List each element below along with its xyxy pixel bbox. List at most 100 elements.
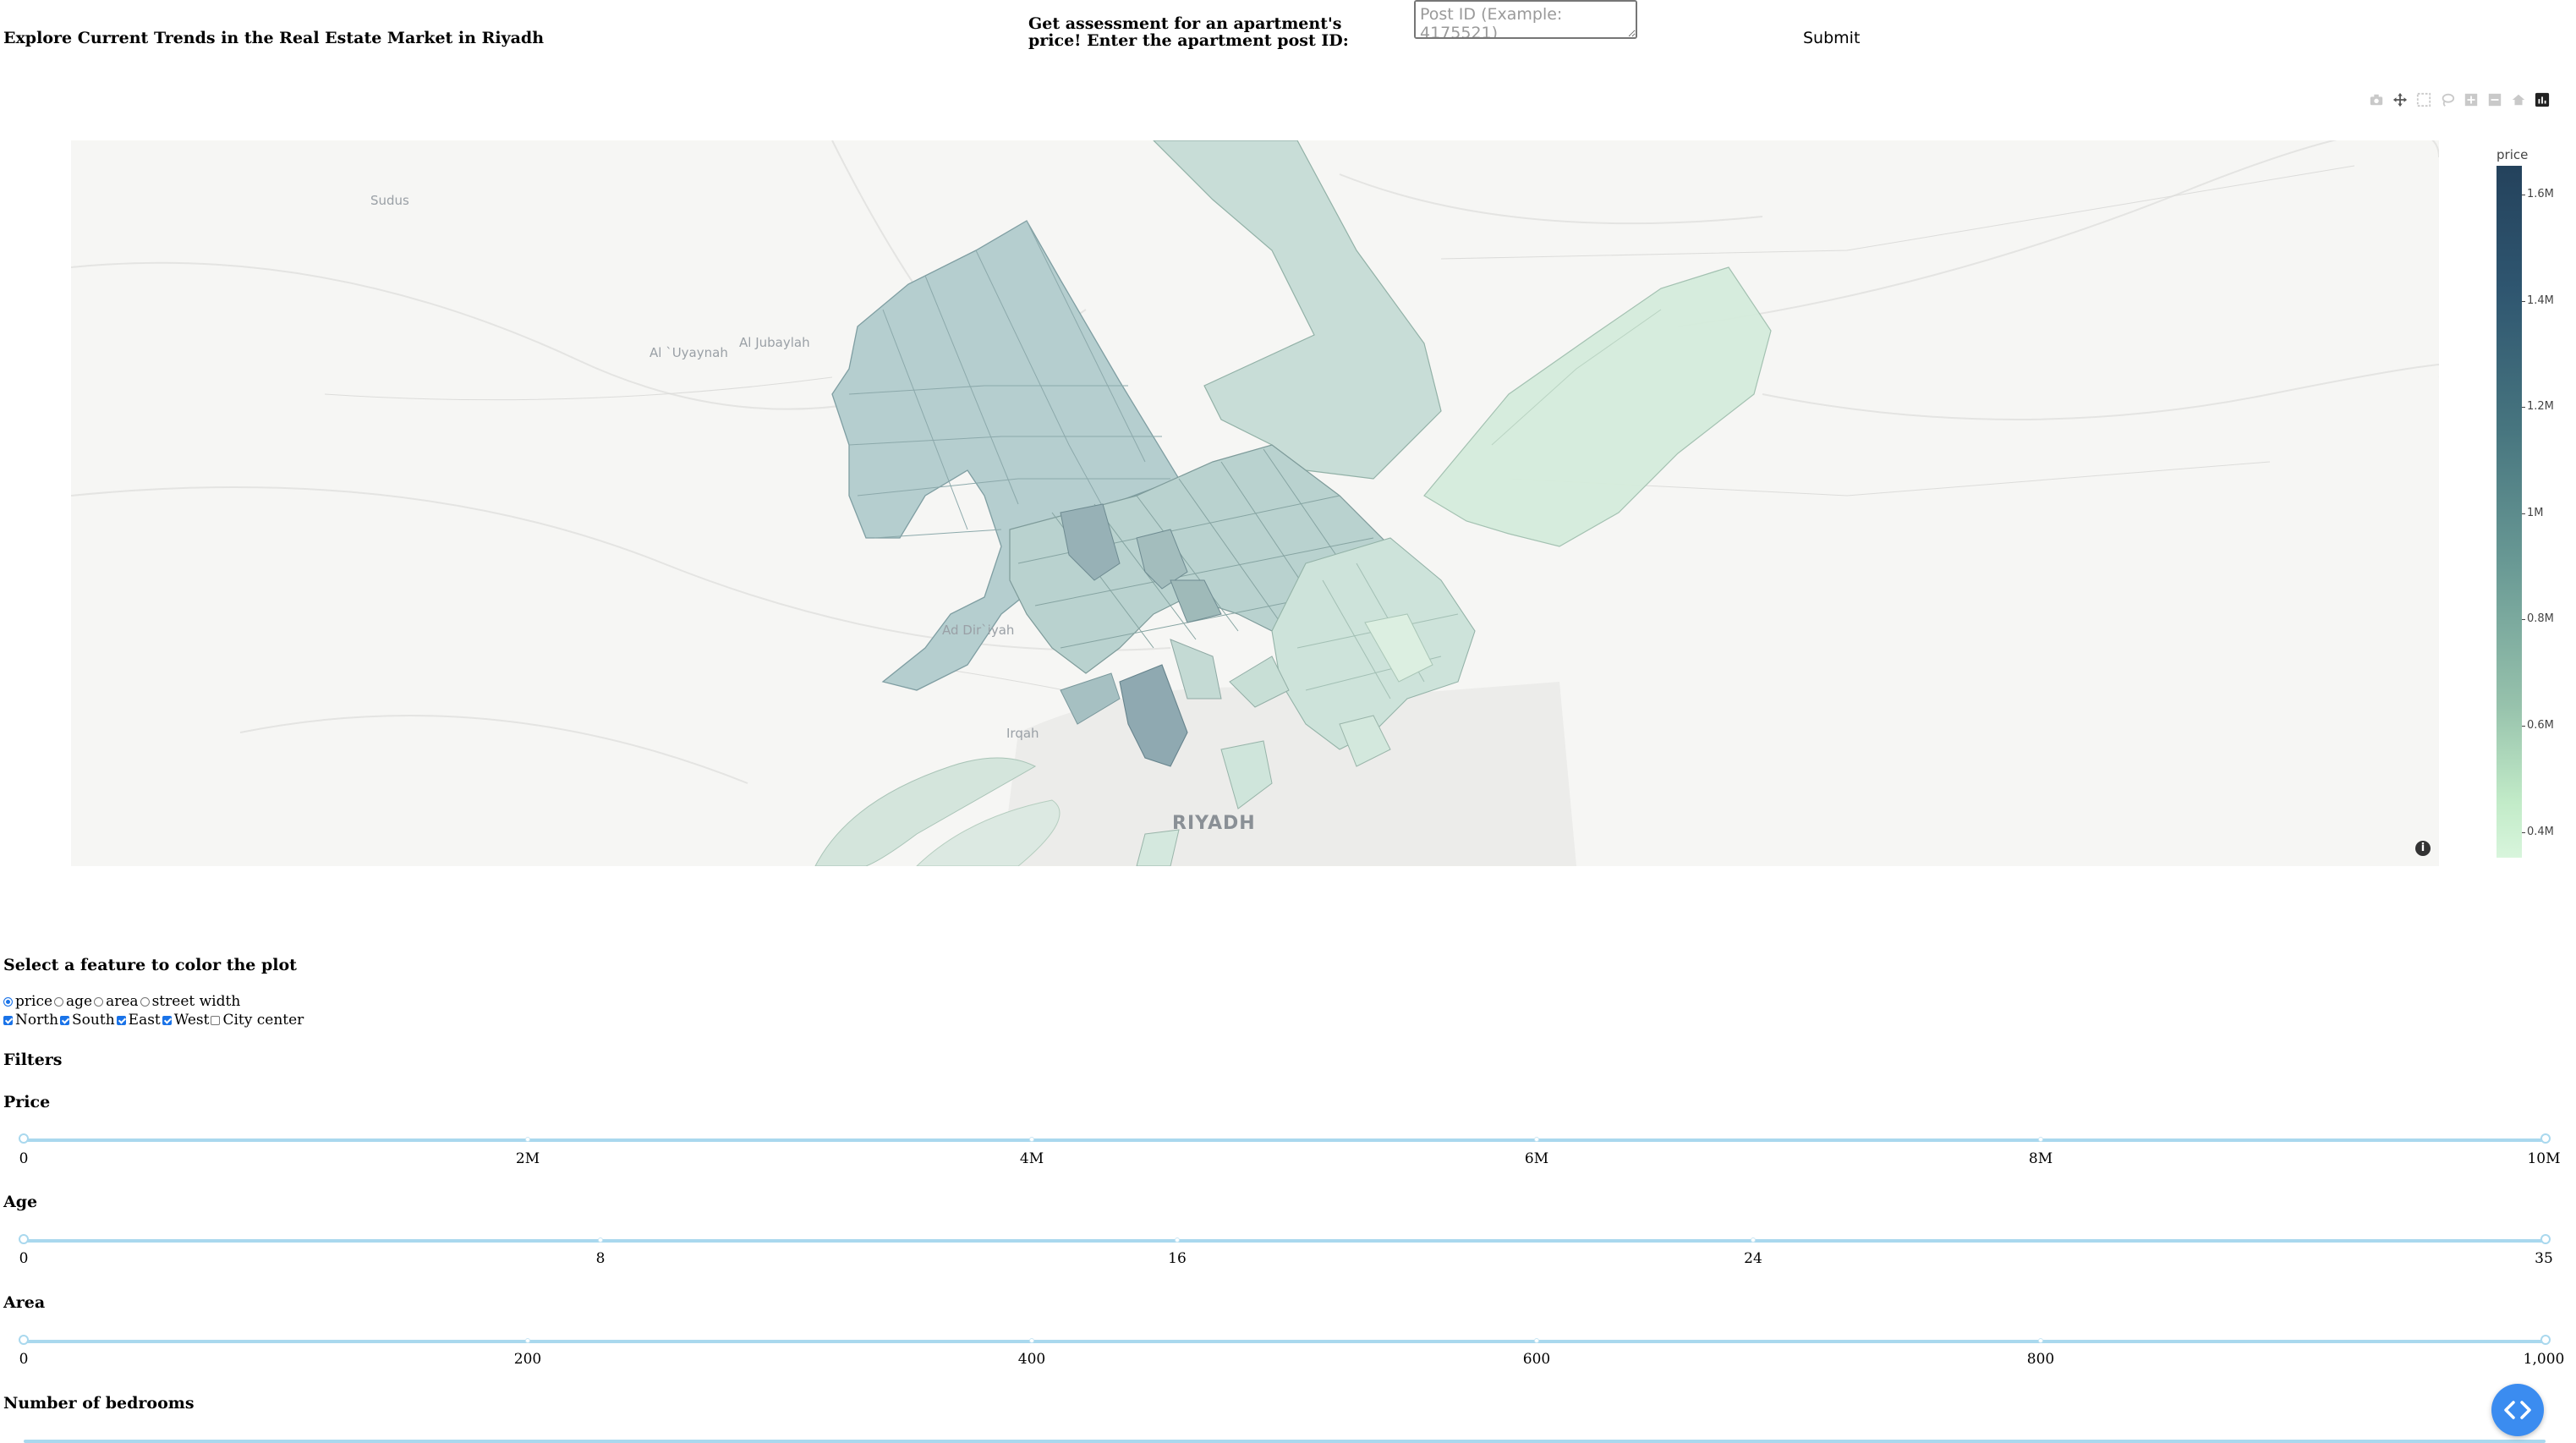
radio-area[interactable]: area [94, 993, 139, 1010]
area-range-slider[interactable] [19, 1335, 2551, 1345]
slider-min-handle[interactable] [19, 1133, 29, 1144]
submit-button[interactable]: Submit [1796, 27, 1867, 49]
colorbar-tick: 0.4M [2522, 826, 2554, 838]
slider-mark-label: 8 [595, 1250, 606, 1267]
radio-label: age [66, 993, 93, 1010]
slider-max-handle[interactable] [2540, 1133, 2551, 1144]
code-icon [2504, 1401, 2531, 1419]
checkbox-city-center[interactable]: City center [211, 1012, 304, 1029]
slider-mark-label: 35 [2535, 1250, 2553, 1267]
radio-indicator[interactable] [140, 996, 150, 1007]
zoom-out-icon[interactable] [2486, 91, 2503, 108]
checkbox-north[interactable]: North [3, 1012, 58, 1029]
slider-mark-label: 4M [1019, 1150, 1044, 1167]
reset-home-icon[interactable] [2510, 91, 2527, 108]
place-label-riyadh: RIYADH [1172, 813, 1256, 834]
checkbox-label: South [72, 1012, 115, 1029]
slider-mark-label: 16 [1168, 1250, 1187, 1267]
slider-mark-dot [1534, 1338, 1539, 1343]
code-toggle-button[interactable] [2491, 1384, 2544, 1436]
checkbox-indicator[interactable] [60, 1015, 70, 1025]
radio-price[interactable]: price [3, 993, 52, 1010]
age-filter-label: Age [3, 1193, 38, 1211]
post-id-input[interactable] [1414, 0, 1637, 39]
slider-mark-dot [598, 1237, 603, 1243]
slider-mark-dot [525, 1338, 530, 1343]
slider-mark-label: 400 [1017, 1351, 1046, 1368]
checkbox-indicator[interactable] [3, 1015, 13, 1025]
radio-indicator[interactable] [54, 996, 64, 1007]
place-label-diriyah: Ad Dir`iyah [942, 623, 1014, 638]
radio-age[interactable]: age [54, 993, 92, 1010]
slider-mark-dot [1029, 1137, 1034, 1142]
plot-modebar [2368, 90, 2551, 110]
colorbar [2497, 166, 2522, 858]
radio-label: street width [151, 993, 241, 1010]
slider-min-handle[interactable] [19, 1234, 29, 1244]
bedrooms-filter-label: Number of bedrooms [3, 1394, 195, 1413]
radio-label: price [15, 993, 53, 1010]
pan-icon[interactable] [2392, 91, 2409, 108]
colorbar-tick: 1.4M [2522, 294, 2554, 307]
place-label-irqah: Irqah [1006, 726, 1039, 741]
checkbox-east[interactable]: East [116, 1012, 161, 1029]
price-filter-label: Price [3, 1093, 51, 1111]
checkbox-indicator[interactable] [162, 1015, 172, 1025]
checkbox-west[interactable]: West [162, 1012, 210, 1029]
colorbar-tick: 1M [2522, 507, 2544, 519]
radio-street-width[interactable]: street width [140, 993, 241, 1010]
slider-mark-label: 0 [19, 1150, 29, 1167]
checkbox-south[interactable]: South [60, 1012, 115, 1029]
box-select-icon[interactable] [2415, 91, 2432, 108]
info-icon[interactable]: i [2415, 841, 2431, 856]
place-label-sudus: Sudus [370, 193, 409, 208]
area-filter-label: Area [3, 1293, 46, 1312]
region-checkbox-group: North South East West City center [3, 1012, 305, 1029]
colorbar-title: price [2497, 147, 2529, 162]
slider-mark-dot [1175, 1237, 1180, 1243]
slider-mark-dot [1751, 1237, 1756, 1243]
color-feature-radio-group: price age area street width [3, 993, 242, 1010]
radio-label: area [106, 993, 139, 1010]
checkbox-indicator[interactable] [116, 1015, 126, 1025]
slider-mark-dot [1029, 1338, 1034, 1343]
lasso-icon[interactable] [2439, 91, 2456, 108]
colorbar-tick: 0.6M [2522, 719, 2554, 732]
colorbar-tick: 1.6M [2522, 188, 2554, 200]
radio-indicator[interactable] [94, 996, 104, 1007]
slider-mark-label: 6M [1524, 1150, 1549, 1167]
page-title: Explore Current Trends in the Real Estat… [3, 29, 545, 47]
slider-mark-dot [525, 1137, 530, 1142]
slider-mark-label: 0 [19, 1351, 29, 1368]
checkbox-label: North [15, 1012, 59, 1029]
slider-min-handle[interactable] [19, 1335, 29, 1345]
checkbox-indicator[interactable] [211, 1015, 221, 1025]
slider-mark-dot [1534, 1137, 1539, 1142]
place-label-jubaylah: Al Jubaylah [739, 335, 810, 350]
checkbox-label: West [173, 1012, 210, 1029]
price-range-slider[interactable] [19, 1133, 2551, 1144]
checkbox-label: East [128, 1012, 161, 1029]
filters-heading: Filters [3, 1051, 63, 1069]
slider-mark-label: 800 [2026, 1351, 2055, 1368]
zoom-in-icon[interactable] [2463, 91, 2480, 108]
slider-mark-label: 8M [2028, 1150, 2053, 1167]
age-range-slider[interactable] [19, 1234, 2551, 1244]
slider-max-handle[interactable] [2540, 1335, 2551, 1345]
slider-max-handle[interactable] [2540, 1234, 2551, 1244]
slider-mark-label: 600 [1522, 1351, 1551, 1368]
camera-icon[interactable] [2368, 91, 2385, 108]
slider-mark-dot [2038, 1137, 2043, 1142]
slider-mark-label: 1,000 [2523, 1351, 2565, 1368]
place-label-uyaynah: Al `Uyaynah [649, 345, 728, 360]
color-feature-heading: Select a feature to color the plot [3, 956, 297, 974]
slider-mark-label: 0 [19, 1250, 29, 1267]
checkbox-label: City center [222, 1012, 304, 1029]
bedrooms-range-slider[interactable] [24, 1440, 2546, 1443]
slider-mark-label: 24 [1744, 1250, 1762, 1267]
plotly-logo-icon[interactable] [2534, 91, 2551, 108]
radio-indicator[interactable] [3, 996, 13, 1007]
assessment-label: Get assessment for an apartment's price!… [1028, 14, 1349, 50]
slider-mark-label: 10M [2527, 1150, 2561, 1167]
choropleth-map[interactable]: Sudus Al `Uyaynah Al Jubaylah Ad Dir`iya… [71, 140, 2439, 866]
